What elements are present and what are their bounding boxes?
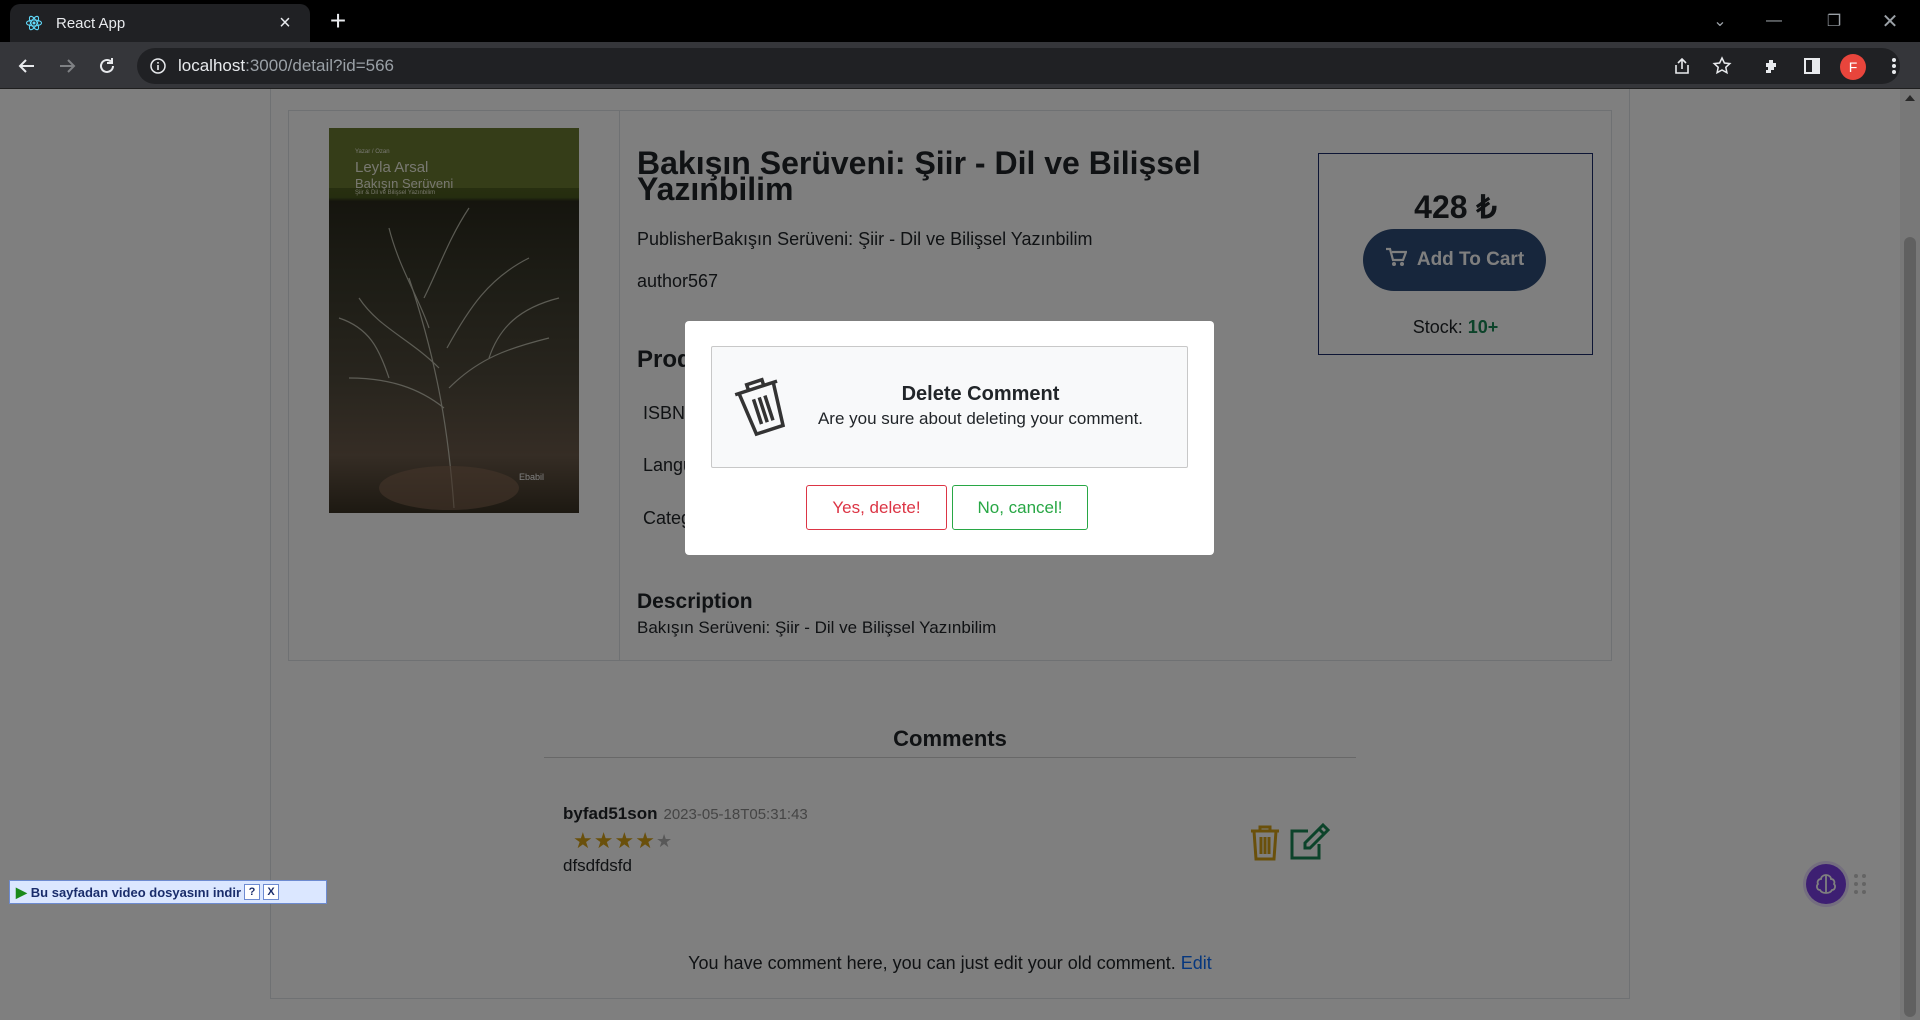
tab-search-icon[interactable]: ⌄ (1692, 0, 1748, 42)
tab-close-icon[interactable]: × (274, 12, 296, 35)
url-host: localhost (178, 56, 246, 75)
url-path: :3000/detail?id=566 (245, 56, 394, 75)
download-bar-help-button[interactable]: ? (244, 884, 261, 900)
video-download-bar[interactable]: ▶ Bu sayfadan video dosyasını indir ? X (9, 880, 327, 904)
site-info-icon[interactable] (149, 57, 167, 75)
menu-kebab-icon[interactable] (1878, 50, 1910, 82)
reload-button[interactable] (91, 50, 123, 82)
browser-toolbar: localhost:3000/detail?id=566 F (0, 42, 1920, 89)
download-bar-text[interactable]: Bu sayfadan video dosyasını indir (31, 885, 241, 900)
cancel-delete-button[interactable]: No, cancel! (952, 485, 1088, 530)
forward-button[interactable] (51, 50, 83, 82)
close-window-button[interactable]: ✕ (1862, 0, 1918, 42)
url-text: localhost:3000/detail?id=566 (178, 56, 394, 76)
new-tab-button[interactable]: + (322, 6, 354, 38)
side-panel-icon[interactable] (1796, 50, 1828, 82)
browser-tab-bar: React App × + ⌄ — ❐ ✕ (0, 0, 1920, 42)
tab-title: React App (56, 14, 126, 32)
extensions-icon[interactable] (1756, 50, 1788, 82)
react-logo-icon (24, 13, 44, 33)
address-bar[interactable]: localhost:3000/detail?id=566 (137, 48, 1900, 84)
delete-alert-box: Delete Comment Are you sure about deleti… (711, 346, 1188, 468)
delete-comment-modal: Delete Comment Are you sure about deleti… (685, 321, 1214, 555)
modal-title: Delete Comment (901, 383, 1060, 405)
modal-message: Are you sure about deleting your comment… (817, 409, 1144, 428)
share-icon[interactable] (1666, 50, 1698, 82)
confirm-delete-button[interactable]: Yes, delete! (806, 485, 947, 530)
bookmark-star-icon[interactable] (1706, 50, 1738, 82)
browser-tab[interactable]: React App × (10, 4, 310, 42)
play-icon: ▶ (16, 883, 27, 900)
minimize-button[interactable]: — (1746, 0, 1802, 42)
download-bar-close-button[interactable]: X (263, 884, 280, 900)
profile-avatar[interactable]: F (1840, 54, 1866, 80)
restore-button[interactable]: ❐ (1806, 0, 1862, 42)
back-button[interactable] (11, 50, 43, 82)
